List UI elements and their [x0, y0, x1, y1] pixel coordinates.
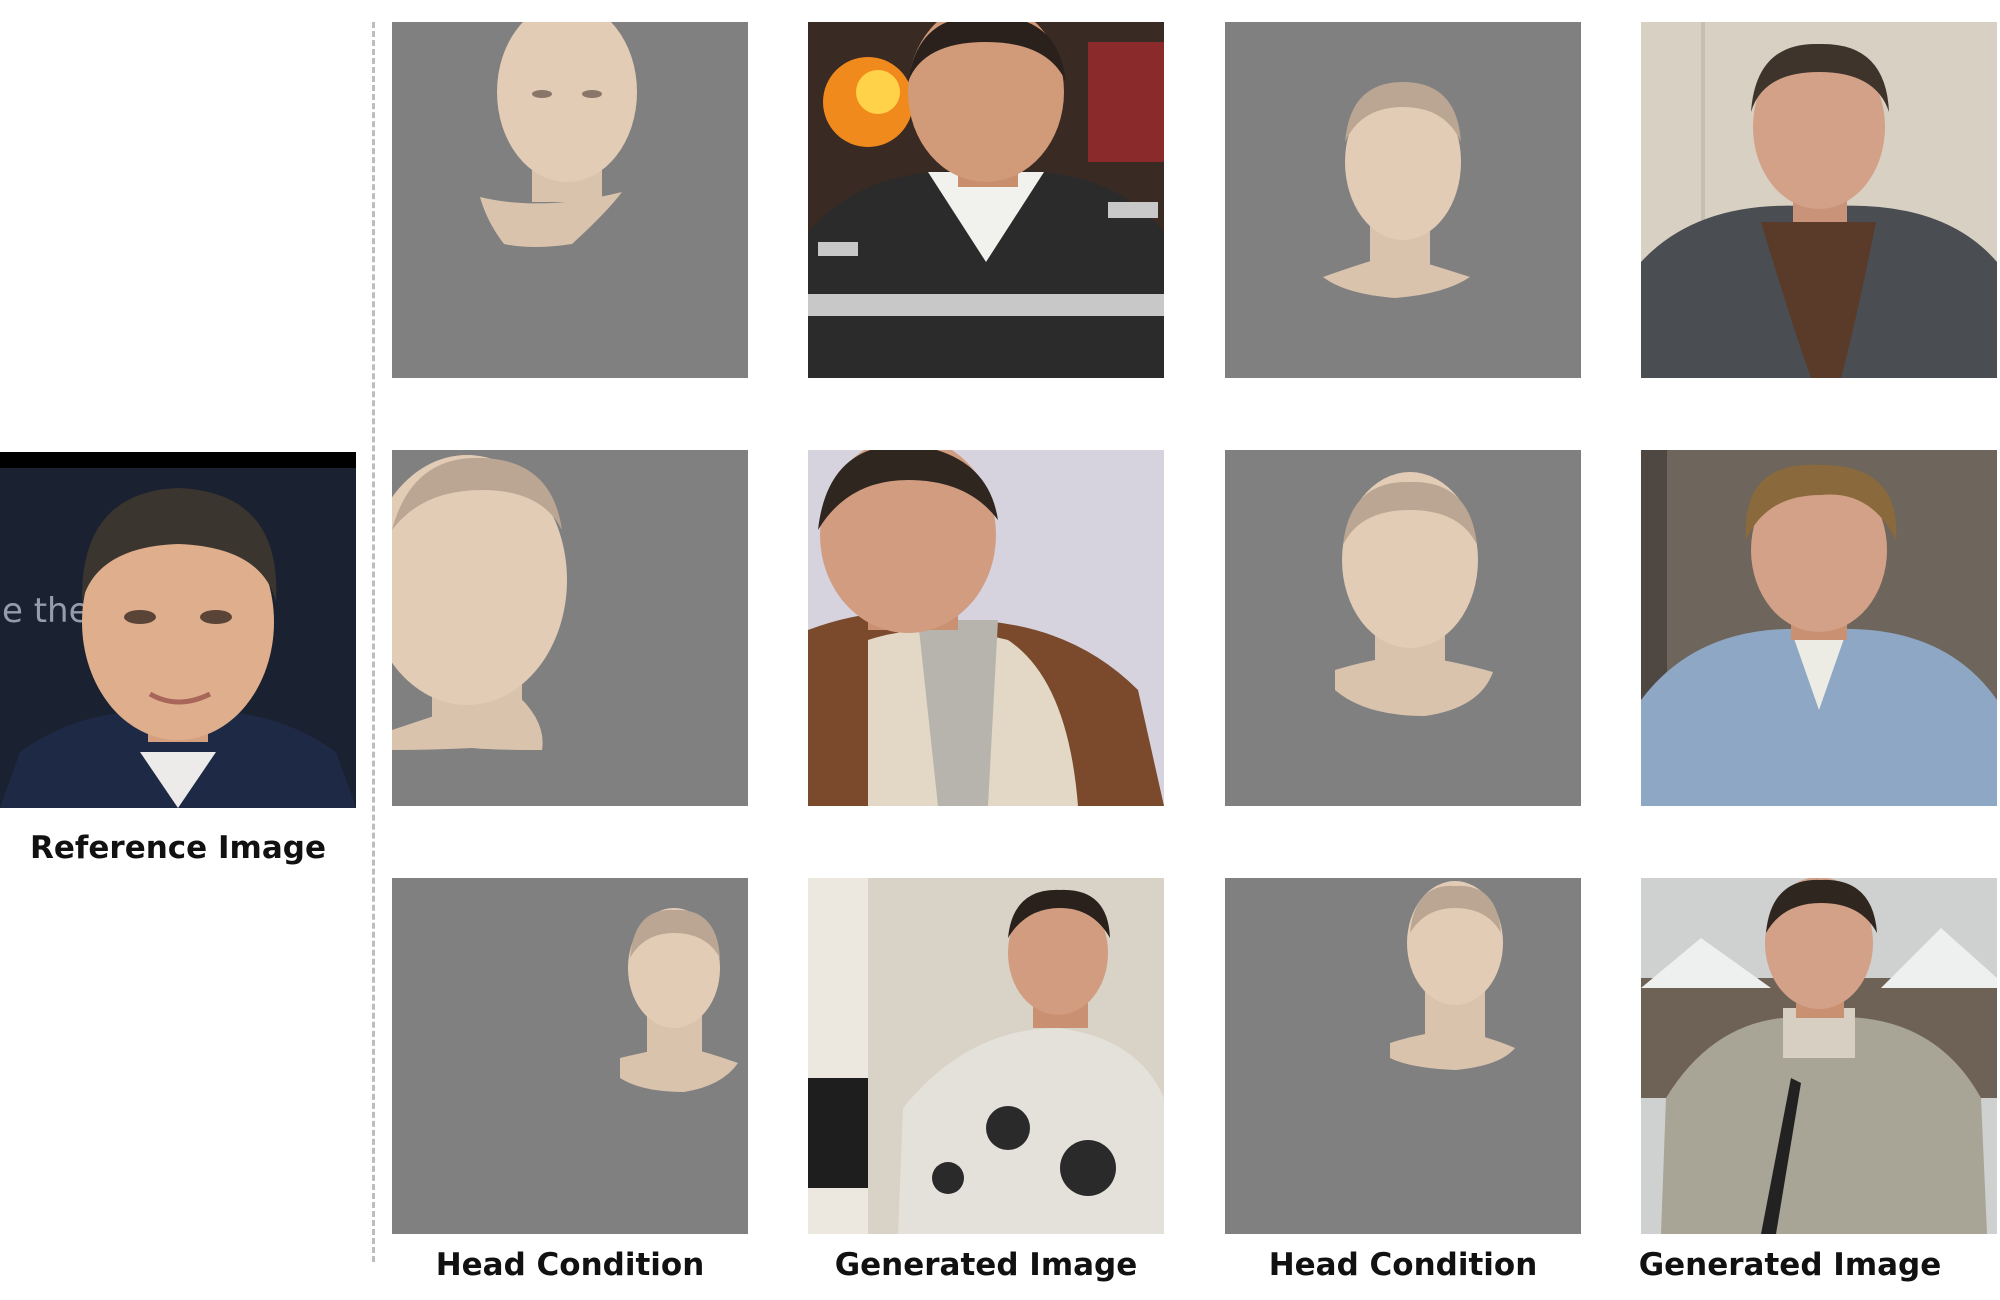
head-condition-tile — [392, 22, 748, 378]
reference-image: e the -YP — [0, 452, 356, 808]
generated-image-tile — [1641, 450, 1997, 806]
dashed-divider — [372, 22, 375, 1262]
generated-image-tile — [808, 878, 1164, 1234]
caption-generated-image-1: Generated Image — [834, 1247, 1138, 1283]
caption-head-condition-1: Head Condition — [435, 1247, 705, 1283]
caption-head-condition-2: Head Condition — [1268, 1247, 1538, 1283]
caption-generated-image-2: Generated Image — [1638, 1247, 1942, 1283]
generated-image-tile — [808, 450, 1164, 806]
head-condition-tile — [392, 878, 748, 1234]
reference-caption: Reference Image — [30, 830, 326, 866]
generated-image-tile — [1641, 22, 1997, 378]
head-condition-tile — [1225, 878, 1581, 1234]
head-condition-tile — [392, 450, 748, 806]
generated-image-tile — [1641, 878, 1997, 1234]
head-condition-tile — [1225, 22, 1581, 378]
head-condition-tile — [1225, 450, 1581, 806]
generated-image-tile — [808, 22, 1164, 378]
